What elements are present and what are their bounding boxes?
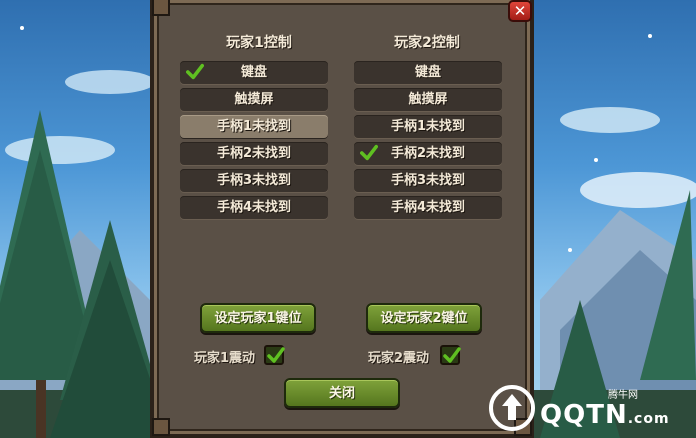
player2-vibration-label: 玩家2震动 <box>368 351 430 366</box>
checkmark-icon <box>186 63 204 80</box>
player2-option-label: 手柄4未找到 <box>390 200 466 215</box>
checkmark-icon <box>443 347 461 363</box>
player1-title: 玩家1控制 <box>226 35 292 51</box>
player1-option-label: 手柄3未找到 <box>216 173 292 188</box>
player1-option-label: 触摸屏 <box>234 92 274 107</box>
player2-option-6[interactable]: 手柄4未找到 <box>354 196 502 219</box>
player1-keybind-button[interactable]: 设定玩家1键位 <box>200 303 316 333</box>
checkmark-icon <box>360 144 378 161</box>
watermark-text: QQTN.com <box>540 400 670 430</box>
player2-option-label: 手柄3未找到 <box>390 173 466 188</box>
player1-option-5[interactable]: 手柄3未找到 <box>180 169 328 192</box>
site-watermark: 腾牛网 QQTN.com <box>488 384 692 434</box>
watermark-domain: .com <box>627 411 670 427</box>
player1-option-label: 键盘 <box>240 65 267 80</box>
player1-option-4[interactable]: 手柄2未找到 <box>180 142 328 165</box>
player1-option-6[interactable]: 手柄4未找到 <box>180 196 328 219</box>
player2-option-2[interactable]: 触摸屏 <box>354 88 502 111</box>
player1-option-1[interactable]: 键盘 <box>180 61 328 84</box>
player2-option-label: 手柄1未找到 <box>390 119 466 134</box>
player1-option-2[interactable]: 触摸屏 <box>180 88 328 111</box>
watermark-chinese: 腾牛网 <box>608 390 638 401</box>
player2-option-5[interactable]: 手柄3未找到 <box>354 169 502 192</box>
player1-option-label: 手柄4未找到 <box>216 200 292 215</box>
close-dialog-button[interactable]: 关闭 <box>284 378 400 408</box>
player2-option-3[interactable]: 手柄1未找到 <box>354 115 502 138</box>
qqtn-logo-icon <box>489 385 535 431</box>
player1-option-label: 手柄1未找到 <box>216 119 292 134</box>
player2-vibration-checkbox[interactable] <box>440 345 461 365</box>
player2-option-4[interactable]: 手柄2未找到 <box>354 142 502 165</box>
close-icon[interactable]: ✕ <box>508 0 532 22</box>
frame-corner <box>152 0 170 16</box>
player2-option-label: 键盘 <box>414 65 441 80</box>
player2-title: 玩家2控制 <box>394 35 460 51</box>
player2-keybind-button[interactable]: 设定玩家2键位 <box>366 303 482 333</box>
player1-vibration-label: 玩家1震动 <box>194 351 256 366</box>
player1-vibration-checkbox[interactable] <box>264 345 285 365</box>
checkmark-icon <box>267 347 285 363</box>
player1-option-label: 手柄2未找到 <box>216 146 292 161</box>
player2-option-label: 触摸屏 <box>408 92 448 107</box>
player2-option-1[interactable]: 键盘 <box>354 61 502 84</box>
player2-option-label: 手柄2未找到 <box>390 146 466 161</box>
watermark-brand: QQTN <box>540 400 628 430</box>
player1-option-3[interactable]: 手柄1未找到 <box>180 115 328 138</box>
frame-corner <box>152 418 170 436</box>
